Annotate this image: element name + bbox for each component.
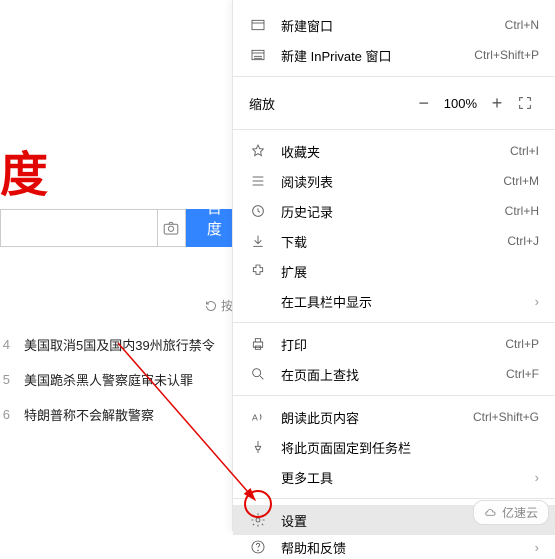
menu-label: 扩展 <box>281 262 539 281</box>
menu-new-inprivate[interactable]: 新建 InPrivate 窗口 Ctrl+Shift+P <box>233 40 555 70</box>
chevron-right-icon: › <box>535 470 539 485</box>
menu-label: 新建窗口 <box>281 16 505 35</box>
shortcut-text: Ctrl+J <box>507 234 539 248</box>
menu-show-toolbar[interactable]: 在工具栏中显示 › <box>233 286 555 316</box>
news-text: 美国取消5国及国内39州旅行禁令 <box>24 335 215 354</box>
menu-extensions[interactable]: 扩展 <box>233 256 555 286</box>
menu-new-window[interactable]: 新建窗口 Ctrl+N <box>233 10 555 40</box>
news-list: 4 美国取消5国及国内39州旅行禁令 5 美国跪杀黑人警察庭审未认罪 6 特朗普称不会… <box>0 335 215 440</box>
menu-label: 在工具栏中显示 <box>281 292 535 311</box>
settings-menu: 新建窗口 Ctrl+N 新建 InPrivate 窗口 Ctrl+Shift+P… <box>232 0 555 531</box>
menu-pin-taskbar[interactable]: 将此页面固定到任务栏 <box>233 432 555 462</box>
shortcut-text: Ctrl+H <box>505 204 539 218</box>
menu-label: 新建 InPrivate 窗口 <box>281 46 474 65</box>
menu-read-aloud[interactable]: A 朗读此页内容 Ctrl+Shift+G <box>233 402 555 432</box>
blank-icon <box>249 292 267 310</box>
shortcut-text: Ctrl+M <box>503 174 539 188</box>
menu-history[interactable]: 历史记录 Ctrl+H <box>233 196 555 226</box>
pin-icon <box>249 438 267 456</box>
settings-highlight-circle <box>242 488 274 520</box>
shortcut-text: Ctrl+F <box>506 367 539 381</box>
baidu-logo: 度 <box>0 135 46 205</box>
shortcut-text: Ctrl+P <box>505 337 539 351</box>
list-item[interactable]: 4 美国取消5国及国内39州旅行禁令 <box>0 335 215 354</box>
zoom-in-button[interactable]: + <box>483 89 511 117</box>
zoom-value: 100% <box>438 96 483 111</box>
shortcut-text: Ctrl+Shift+G <box>473 410 539 424</box>
read-aloud-icon: A <box>249 408 267 426</box>
shortcut-text: Ctrl+I <box>510 144 539 158</box>
menu-label: 历史记录 <box>281 202 505 221</box>
window-icon <box>249 16 267 34</box>
search-icon <box>249 365 267 383</box>
menu-favorites[interactable]: 收藏夹 Ctrl+I <box>233 136 555 166</box>
menu-label: 打印 <box>281 335 505 354</box>
list-item[interactable]: 5 美国跪杀黑人警察庭审未认罪 <box>0 370 215 389</box>
menu-downloads[interactable]: 下载 Ctrl+J <box>233 226 555 256</box>
download-icon <box>249 232 267 250</box>
zoom-out-button[interactable]: − <box>410 89 438 117</box>
news-index: 4 <box>0 337 10 352</box>
menu-label: 阅读列表 <box>281 172 503 191</box>
star-icon <box>249 142 267 160</box>
menu-label: 更多工具 <box>281 468 535 487</box>
chevron-right-icon: › <box>535 540 539 555</box>
menu-label: 帮助和反馈 <box>281 538 535 557</box>
shortcut-text: Ctrl+N <box>505 18 539 32</box>
fullscreen-button[interactable] <box>511 89 539 117</box>
menu-label: 收藏夹 <box>281 142 510 161</box>
news-index: 6 <box>0 407 10 422</box>
zoom-label: 缩放 <box>249 94 410 113</box>
blank-icon <box>249 468 267 486</box>
menu-label: 在页面上查找 <box>281 365 506 384</box>
inprivate-icon <box>249 46 267 64</box>
refresh-row[interactable]: 按 <box>205 297 233 314</box>
menu-help[interactable]: 帮助和反馈 › <box>233 535 555 559</box>
menu-label: 将此页面固定到任务栏 <box>281 438 539 457</box>
news-text: 美国跪杀黑人警察庭审未认罪 <box>24 370 193 389</box>
list-item[interactable]: 6 特朗普称不会解散警察 <box>0 405 215 424</box>
chevron-right-icon: › <box>535 294 539 309</box>
menu-reading-list[interactable]: 阅读列表 Ctrl+M <box>233 166 555 196</box>
help-icon <box>249 538 267 556</box>
extensions-icon <box>249 262 267 280</box>
news-text: 特朗普称不会解散警察 <box>24 405 154 424</box>
news-index: 5 <box>0 372 10 387</box>
reading-list-icon <box>249 172 267 190</box>
print-icon <box>249 335 267 353</box>
watermark: 亿速云 <box>473 500 549 525</box>
menu-find[interactable]: 在页面上查找 Ctrl+F <box>233 359 555 389</box>
shortcut-text: Ctrl+Shift+P <box>474 48 539 62</box>
menu-label: 下载 <box>281 232 507 251</box>
search-input[interactable] <box>0 209 158 247</box>
menu-more-tools[interactable]: 更多工具 › <box>233 462 555 492</box>
menu-print[interactable]: 打印 Ctrl+P <box>233 329 555 359</box>
search-bar: 百度一 <box>0 209 243 247</box>
camera-button[interactable] <box>158 209 186 247</box>
svg-text:A: A <box>252 412 258 422</box>
menu-label: 朗读此页内容 <box>281 408 473 427</box>
menu-zoom: 缩放 − 100% + <box>233 83 555 123</box>
history-icon <box>249 202 267 220</box>
